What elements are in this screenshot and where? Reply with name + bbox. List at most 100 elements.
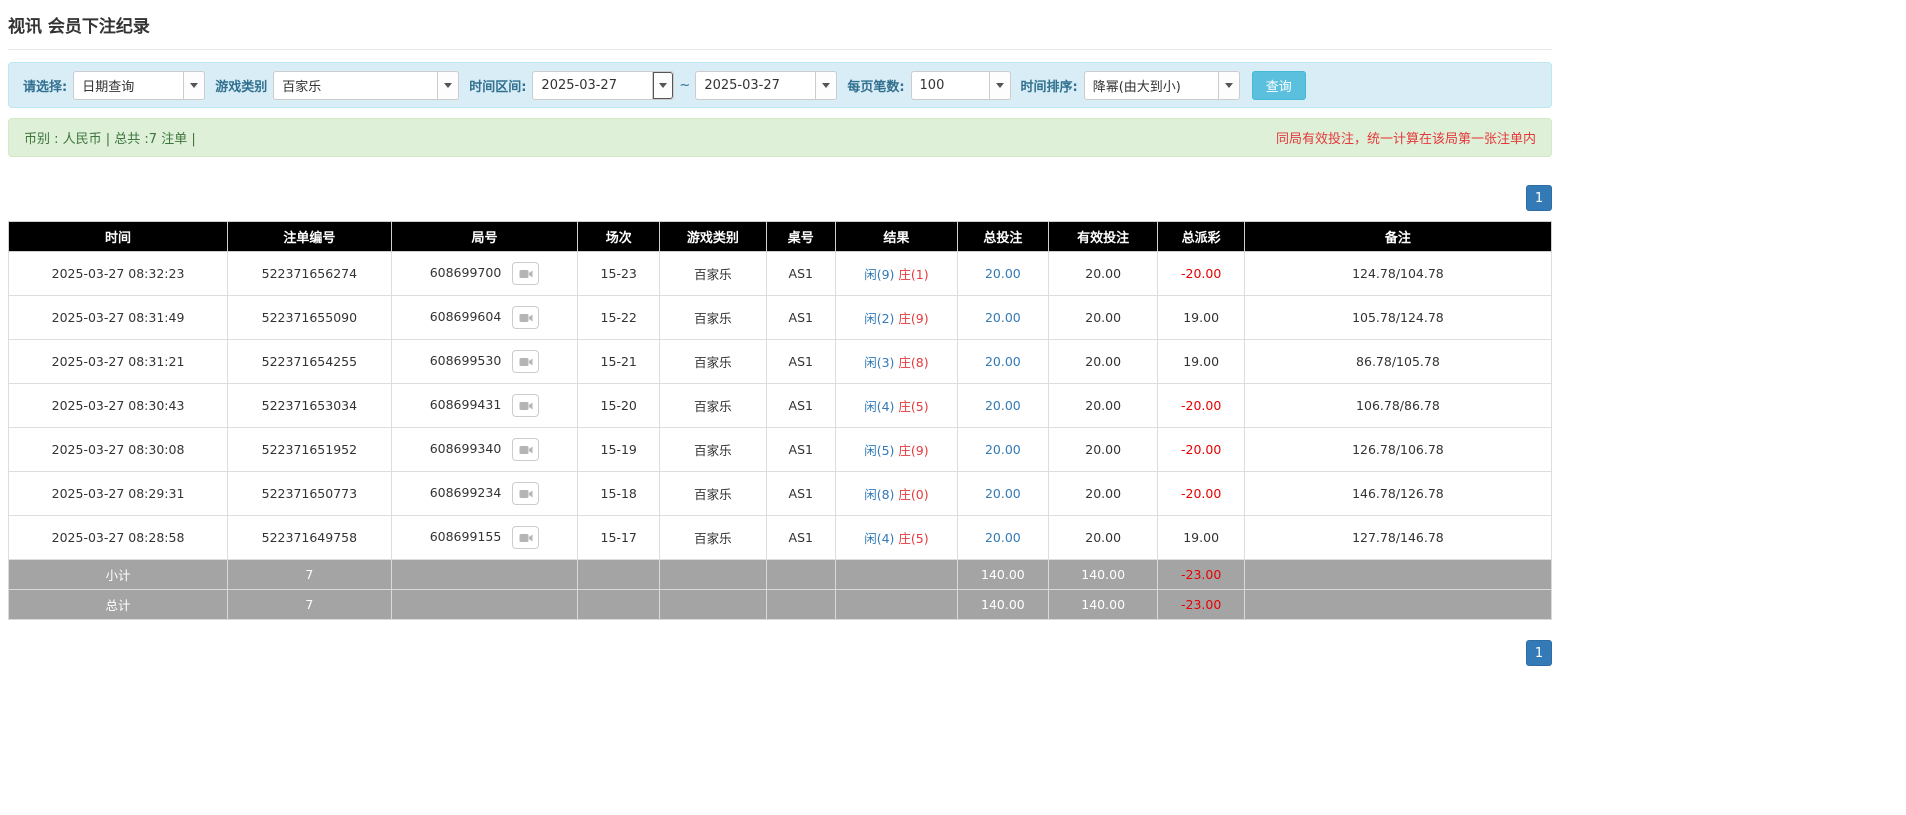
bet-time: 2025-03-27 08:30:08 bbox=[7, 427, 229, 472]
total-bet-link[interactable]: 20.00 bbox=[985, 442, 1021, 457]
chevron-down-icon[interactable] bbox=[437, 71, 459, 99]
bet-id: 522371656274 bbox=[227, 251, 392, 296]
round-id-cell: 608699530 bbox=[390, 339, 579, 384]
date-to-select[interactable]: 2025-03-27 bbox=[695, 70, 838, 100]
chevron-down-icon[interactable] bbox=[183, 71, 205, 99]
video-camera-icon bbox=[519, 445, 533, 454]
pagination-bottom: 1 bbox=[8, 640, 1552, 666]
result-player: 闲(4) bbox=[864, 399, 895, 414]
page-1-button[interactable]: 1 bbox=[1526, 185, 1552, 211]
result-banker: 庄(1) bbox=[898, 267, 929, 282]
chevron-down-icon[interactable] bbox=[652, 71, 674, 99]
col-header-result: 结果 bbox=[834, 221, 958, 252]
grand-total-valid-bet: 140.00 bbox=[1047, 589, 1159, 620]
page-container: 视讯 会员下注纪录 请选择: 日期查询 游戏类别 百家乐 时间区间: 2025-… bbox=[0, 0, 1553, 666]
video-replay-button[interactable] bbox=[512, 306, 540, 329]
valid-bet-notice: 同局有效投注，统一计算在该局第一张注单内 bbox=[1275, 132, 1536, 147]
round-id-cell: 608699340 bbox=[390, 427, 579, 472]
total-bet-link[interactable]: 20.00 bbox=[985, 530, 1021, 545]
result-banker: 庄(5) bbox=[898, 531, 929, 546]
result-cell: 闲(2) 庄(9) bbox=[834, 295, 958, 340]
currency-total-text: 币别 : 人民币 | 总共 :7 注单 | bbox=[24, 132, 196, 147]
total-bet-link[interactable]: 20.00 bbox=[985, 310, 1021, 325]
bet-records-table: 时间 注单编号 局号 场次 游戏类别 桌号 结果 总投注 有效投注 总派彩 备注… bbox=[7, 221, 1553, 620]
query-type-select[interactable]: 日期查询 bbox=[73, 70, 206, 100]
result-player: 闲(3) bbox=[864, 355, 895, 370]
round-id-cell: 608699431 bbox=[390, 383, 579, 428]
table-row: 2025-03-27 08:31:49 522371655090 6086996… bbox=[7, 295, 1553, 340]
round-id: 608699530 bbox=[429, 353, 502, 368]
balance-note: 127.78/146.78 bbox=[1243, 515, 1553, 560]
date-from-select[interactable]: 2025-03-27 bbox=[532, 70, 675, 100]
round-id: 608699234 bbox=[429, 485, 502, 500]
payout-amount: 19.00 bbox=[1157, 295, 1245, 340]
result-player: 闲(4) bbox=[864, 531, 895, 546]
chevron-down-icon[interactable] bbox=[815, 71, 837, 99]
grand-total-count: 7 bbox=[227, 589, 392, 620]
result-player: 闲(2) bbox=[864, 311, 895, 326]
game-type-label: 游戏类别 bbox=[215, 79, 268, 95]
table-number: AS1 bbox=[765, 427, 836, 472]
table-number: AS1 bbox=[765, 383, 836, 428]
session-number: 15-21 bbox=[577, 339, 661, 384]
subtotal-payout: -23.00 bbox=[1157, 559, 1245, 590]
result-banker: 庄(9) bbox=[898, 443, 929, 458]
balance-note: 126.78/106.78 bbox=[1243, 427, 1553, 472]
col-header-valid-bet: 有效投注 bbox=[1047, 221, 1159, 252]
chevron-down-icon[interactable] bbox=[988, 71, 1010, 99]
bet-time: 2025-03-27 08:29:31 bbox=[7, 471, 229, 516]
payout-amount: -20.00 bbox=[1157, 427, 1245, 472]
chevron-down-icon[interactable] bbox=[1217, 71, 1239, 99]
total-bet-link[interactable]: 20.00 bbox=[985, 486, 1021, 501]
page-title: 视讯 会员下注纪录 bbox=[8, 8, 1552, 50]
video-replay-button[interactable] bbox=[512, 526, 540, 549]
grand-total-label: 总计 bbox=[7, 589, 229, 620]
result-cell: 闲(8) 庄(0) bbox=[834, 471, 958, 516]
query-type-label: 请选择: bbox=[23, 79, 68, 95]
bet-time: 2025-03-27 08:31:21 bbox=[7, 339, 229, 384]
col-header-round-id: 局号 bbox=[390, 221, 579, 252]
video-replay-button[interactable] bbox=[512, 262, 540, 285]
valid-bet: 20.00 bbox=[1047, 383, 1159, 428]
page-size-value: 100 bbox=[919, 77, 945, 93]
round-id: 608699604 bbox=[429, 309, 502, 324]
video-camera-icon bbox=[519, 401, 533, 410]
valid-bet: 20.00 bbox=[1047, 427, 1159, 472]
result-banker: 庄(9) bbox=[898, 311, 929, 326]
game-type-select[interactable]: 百家乐 bbox=[273, 70, 460, 100]
video-replay-button[interactable] bbox=[512, 394, 540, 417]
time-sort-select[interactable]: 降幂(由大到小) bbox=[1083, 70, 1240, 100]
bet-time: 2025-03-27 08:28:58 bbox=[7, 515, 229, 560]
total-bet-cell: 20.00 bbox=[956, 515, 1049, 560]
table-number: AS1 bbox=[765, 339, 836, 384]
total-bet-link[interactable]: 20.00 bbox=[985, 354, 1021, 369]
col-header-total-bet: 总投注 bbox=[956, 221, 1049, 252]
result-cell: 闲(9) 庄(1) bbox=[834, 251, 958, 296]
video-camera-icon bbox=[519, 533, 533, 542]
video-replay-button[interactable] bbox=[512, 482, 540, 505]
col-header-note: 备注 bbox=[1243, 221, 1553, 252]
session-number: 15-19 bbox=[577, 427, 661, 472]
total-bet-link[interactable]: 20.00 bbox=[985, 266, 1021, 281]
page-1-button[interactable]: 1 bbox=[1526, 640, 1552, 666]
video-replay-button[interactable] bbox=[512, 350, 540, 373]
search-button[interactable]: 查询 bbox=[1251, 70, 1306, 100]
video-replay-button[interactable] bbox=[512, 438, 540, 461]
valid-bet: 20.00 bbox=[1047, 251, 1159, 296]
game-type: 百家乐 bbox=[659, 427, 767, 472]
valid-bet: 20.00 bbox=[1047, 339, 1159, 384]
total-bet-cell: 20.00 bbox=[956, 251, 1049, 296]
time-sort-label: 时间排序: bbox=[1020, 79, 1078, 95]
valid-bet: 20.00 bbox=[1047, 295, 1159, 340]
result-cell: 闲(5) 庄(9) bbox=[834, 427, 958, 472]
balance-note: 146.78/126.78 bbox=[1243, 471, 1553, 516]
bet-time: 2025-03-27 08:31:49 bbox=[7, 295, 229, 340]
game-type-value: 百家乐 bbox=[282, 79, 322, 95]
total-bet-link[interactable]: 20.00 bbox=[985, 398, 1021, 413]
result-player: 闲(5) bbox=[864, 443, 895, 458]
page-size-select[interactable]: 100 bbox=[910, 70, 1011, 100]
table-number: AS1 bbox=[765, 251, 836, 296]
session-number: 15-22 bbox=[577, 295, 661, 340]
col-header-table-no: 桌号 bbox=[765, 221, 836, 252]
col-header-session: 场次 bbox=[577, 221, 661, 252]
